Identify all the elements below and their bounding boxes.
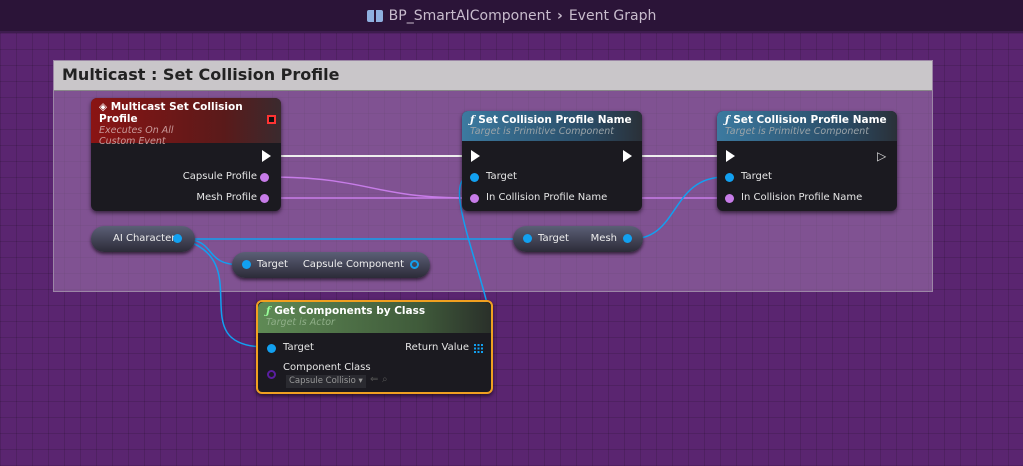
- node-subtitle: Custom Event: [99, 136, 166, 147]
- replicate-indicator-icon: [267, 115, 276, 124]
- dropdown-value: Capsule Collisio: [289, 376, 356, 386]
- pin-label: Component Class: [283, 362, 371, 373]
- node-title: Multicast Set Collision Profile: [99, 101, 243, 125]
- node-subtitle: Target is Primitive Component: [470, 126, 614, 137]
- target-pin[interactable]: [267, 344, 276, 353]
- node-subtitle: Target is Actor: [266, 317, 335, 328]
- browse-search-icon[interactable]: ⌕: [382, 374, 388, 385]
- pin-label: Mesh: [590, 233, 617, 244]
- get-components-by-class-node[interactable]: ƒ Get Components by Class Target is Acto…: [256, 300, 493, 394]
- node-title: Get Components by Class: [274, 305, 426, 317]
- ai-character-variable[interactable]: AI Character: [91, 226, 195, 252]
- profile-name-pin[interactable]: [725, 194, 734, 203]
- ai-character-pin[interactable]: [173, 234, 182, 243]
- function-icon: ƒ: [266, 305, 271, 317]
- node-subtitle: Executes On All: [99, 125, 174, 136]
- target-pin[interactable]: [725, 173, 734, 182]
- exec-in-pin[interactable]: [726, 150, 735, 162]
- mesh-pin[interactable]: [623, 234, 632, 243]
- name-wire: [267, 176, 471, 199]
- exec-out-pin[interactable]: [262, 150, 271, 162]
- pin-label: Return Value: [405, 342, 469, 353]
- pin-label: Target: [486, 171, 517, 182]
- capsule-component-pin[interactable]: [410, 260, 419, 269]
- set-collision-profile-node-1[interactable]: ƒ Set Collision Profile Name Target is P…: [462, 111, 642, 211]
- node-title: Set Collision Profile Name: [733, 114, 887, 126]
- pin-label: Mesh Profile: [196, 192, 257, 203]
- pin-label: Capsule Component: [302, 259, 404, 270]
- pin-label: Capsule Profile: [182, 171, 257, 182]
- pin-label: Target: [257, 259, 288, 270]
- use-selected-arrow-icon[interactable]: ⇐: [370, 374, 378, 385]
- exec-out-pin[interactable]: [623, 150, 632, 162]
- pin-label: Target: [538, 233, 569, 244]
- node-title: Set Collision Profile Name: [478, 114, 632, 126]
- node-subtitle: Target is Primitive Component: [725, 126, 869, 137]
- pin-label: Target: [741, 171, 772, 182]
- pin-label: Target: [283, 342, 314, 353]
- profile-name-pin[interactable]: [470, 194, 479, 203]
- capsule-component-getter[interactable]: Target Capsule Component: [232, 252, 430, 278]
- array-grid-icon[interactable]: [474, 344, 483, 353]
- set-collision-profile-node-2[interactable]: ƒ Set Collision Profile Name Target is P…: [717, 111, 897, 211]
- target-pin[interactable]: [242, 260, 251, 269]
- component-class-dropdown[interactable]: Capsule Collisio ▾: [286, 375, 366, 388]
- mesh-getter[interactable]: Target Mesh: [513, 226, 643, 252]
- pin-label: In Collision Profile Name: [741, 192, 863, 203]
- event-diamond-icon: ◈: [99, 101, 108, 113]
- variable-label: AI Character: [113, 233, 176, 244]
- capsule-profile-pin[interactable]: [260, 173, 269, 182]
- target-pin[interactable]: [470, 173, 479, 182]
- target-pin[interactable]: [523, 234, 532, 243]
- function-icon: ƒ: [470, 114, 475, 126]
- pin-label: In Collision Profile Name: [486, 192, 608, 203]
- mesh-profile-pin[interactable]: [260, 194, 269, 203]
- exec-out-pin-empty[interactable]: ▷: [877, 149, 886, 163]
- exec-in-pin[interactable]: [471, 150, 480, 162]
- function-icon: ƒ: [725, 114, 730, 126]
- object-wire: [630, 176, 726, 240]
- component-class-pin[interactable]: [267, 370, 276, 379]
- custom-event-node[interactable]: ◈ Multicast Set Collision Profile Execut…: [91, 98, 281, 211]
